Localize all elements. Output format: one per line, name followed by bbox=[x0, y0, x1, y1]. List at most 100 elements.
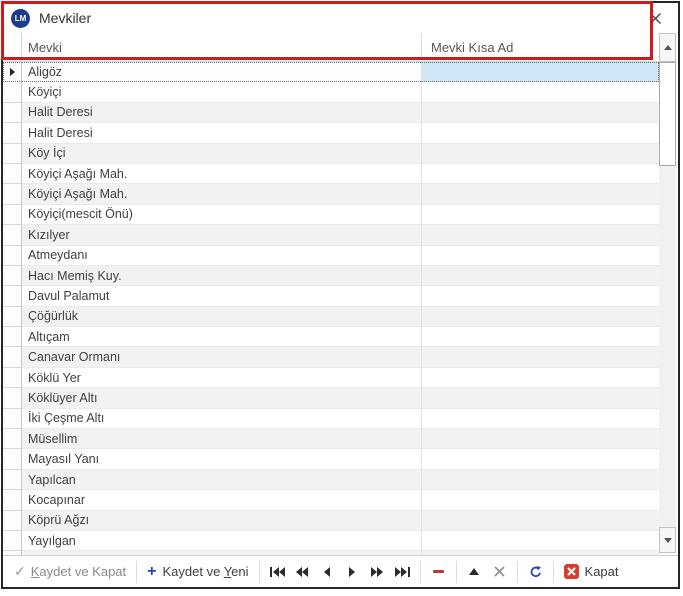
nav-prior-page-button[interactable] bbox=[290, 561, 315, 583]
cell-kisa-ad[interactable] bbox=[421, 511, 659, 531]
cell-kisa-ad[interactable] bbox=[421, 409, 659, 429]
cell-kisa-ad[interactable] bbox=[421, 470, 659, 490]
cell-mevki[interactable]: İki Çeşme Altı bbox=[22, 409, 421, 429]
table-row[interactable]: Kocapınar bbox=[3, 490, 659, 510]
cell-kisa-ad[interactable] bbox=[421, 449, 659, 469]
table-row[interactable]: Aligöz bbox=[3, 62, 659, 82]
row-indicator-cell[interactable] bbox=[3, 286, 22, 306]
column-header-mevki-kisa-ad[interactable]: Mevki Kısa Ad bbox=[421, 33, 659, 61]
row-indicator-cell[interactable] bbox=[3, 409, 22, 429]
nav-next-page-button[interactable] bbox=[365, 561, 390, 583]
cell-kisa-ad[interactable] bbox=[421, 266, 659, 286]
nav-first-button[interactable] bbox=[265, 561, 290, 583]
row-indicator-cell[interactable] bbox=[3, 511, 22, 531]
table-row[interactable]: Köklü Yer bbox=[3, 368, 659, 388]
table-row[interactable]: Müsellim bbox=[3, 429, 659, 449]
row-indicator-cell[interactable] bbox=[3, 103, 22, 123]
close-button[interactable] bbox=[648, 11, 662, 25]
row-indicator-cell[interactable] bbox=[3, 347, 22, 367]
row-indicator-cell[interactable] bbox=[3, 307, 22, 327]
table-row[interactable]: Köyiçi bbox=[3, 82, 659, 102]
cell-mevki[interactable]: Kızılyer bbox=[22, 225, 421, 245]
cell-mevki[interactable]: Kocapınar bbox=[22, 490, 421, 510]
table-row[interactable]: Köprü Ağzı bbox=[3, 511, 659, 531]
row-indicator-cell[interactable] bbox=[3, 327, 22, 347]
cell-mevki[interactable]: Yayılgan bbox=[22, 531, 421, 551]
cell-mevki[interactable]: Çöğürlük bbox=[22, 307, 421, 327]
row-indicator-cell[interactable] bbox=[3, 388, 22, 408]
cell-kisa-ad[interactable] bbox=[421, 347, 659, 367]
scroll-down-button[interactable] bbox=[659, 527, 676, 553]
table-row[interactable]: Köyiçi(mescit Önü) bbox=[3, 205, 659, 225]
row-indicator-cell[interactable] bbox=[3, 531, 22, 551]
title-bar[interactable]: LM Mevkiler bbox=[3, 3, 678, 33]
cell-mevki[interactable]: Aligöz bbox=[22, 62, 421, 82]
row-indicator-cell[interactable] bbox=[3, 429, 22, 449]
table-row[interactable]: Halit Deresi bbox=[3, 123, 659, 143]
cell-kisa-ad[interactable] bbox=[421, 184, 659, 204]
cell-mevki[interactable]: Canavar Ormanı bbox=[22, 347, 421, 367]
row-indicator-cell[interactable] bbox=[3, 470, 22, 490]
cell-mevki[interactable]: Halit Deresi bbox=[22, 103, 421, 123]
cell-kisa-ad[interactable] bbox=[421, 388, 659, 408]
cell-kisa-ad[interactable] bbox=[421, 205, 659, 225]
table-row[interactable]: Yayılgan bbox=[3, 531, 659, 551]
cell-kisa-ad[interactable] bbox=[421, 144, 659, 164]
cell-kisa-ad[interactable] bbox=[421, 246, 659, 266]
row-indicator-cell[interactable] bbox=[3, 62, 22, 82]
save-and-close-button[interactable]: ✓ Kaydet ve Kapat bbox=[9, 560, 131, 583]
table-row[interactable]: Canavar Ormanı bbox=[3, 347, 659, 367]
kapat-button[interactable]: Kapat bbox=[559, 561, 624, 582]
row-indicator-cell[interactable] bbox=[3, 184, 22, 204]
cell-mevki[interactable]: Müsellim bbox=[22, 429, 421, 449]
table-row[interactable]: Köyiçi Aşağı Mah. bbox=[3, 184, 659, 204]
table-row[interactable]: Hacı Memiş Kuy. bbox=[3, 266, 659, 286]
cell-mevki[interactable]: Köyiçi bbox=[22, 82, 421, 102]
cell-kisa-ad[interactable] bbox=[421, 327, 659, 347]
cell-kisa-ad[interactable] bbox=[421, 531, 659, 551]
scrollbar-track[interactable] bbox=[659, 62, 676, 527]
refresh-button[interactable] bbox=[523, 561, 548, 583]
table-row[interactable]: Çöğürlük bbox=[3, 307, 659, 327]
cell-kisa-ad[interactable] bbox=[421, 307, 659, 327]
table-row[interactable]: Davul Palamut bbox=[3, 286, 659, 306]
vertical-scrollbar[interactable] bbox=[659, 33, 676, 555]
cell-mevki[interactable]: Davul Palamut bbox=[22, 286, 421, 306]
delete-record-button[interactable] bbox=[426, 561, 451, 583]
scrollbar-thumb[interactable] bbox=[659, 62, 676, 166]
cell-kisa-ad[interactable] bbox=[421, 103, 659, 123]
table-row[interactable]: Altıçam bbox=[3, 327, 659, 347]
nav-last-button[interactable] bbox=[390, 561, 415, 583]
cell-kisa-ad[interactable] bbox=[421, 82, 659, 102]
cell-kisa-ad[interactable] bbox=[421, 286, 659, 306]
table-row[interactable]: İki Çeşme Altı bbox=[3, 409, 659, 429]
cell-mevki[interactable]: Köyiçi Aşağı Mah. bbox=[22, 184, 421, 204]
table-row[interactable]: Köyiçi Aşağı Mah. bbox=[3, 164, 659, 184]
table-row[interactable]: Köy İçi bbox=[3, 144, 659, 164]
row-indicator-cell[interactable] bbox=[3, 205, 22, 225]
row-indicator-cell[interactable] bbox=[3, 164, 22, 184]
save-and-new-button[interactable]: + Kaydet ve Yeni bbox=[142, 561, 253, 583]
cell-mevki[interactable]: Halit Deresi bbox=[22, 123, 421, 143]
scroll-up-button[interactable] bbox=[659, 33, 676, 62]
table-row[interactable]: Mayasıl Yanı bbox=[3, 449, 659, 469]
cell-mevki[interactable]: Köyiçi Aşağı Mah. bbox=[22, 164, 421, 184]
row-indicator-cell[interactable] bbox=[3, 266, 22, 286]
table-row[interactable]: Köklüyer Altı bbox=[3, 388, 659, 408]
cell-kisa-ad[interactable] bbox=[421, 490, 659, 510]
cell-mevki[interactable]: Köklü Yer bbox=[22, 368, 421, 388]
cell-kisa-ad[interactable] bbox=[421, 429, 659, 449]
cell-mevki[interactable]: Köyiçi(mescit Önü) bbox=[22, 205, 421, 225]
cell-kisa-ad[interactable] bbox=[421, 225, 659, 245]
cell-kisa-ad[interactable] bbox=[421, 62, 659, 82]
cell-mevki[interactable]: Köy İçi bbox=[22, 144, 421, 164]
edit-record-button[interactable] bbox=[462, 561, 487, 583]
row-indicator-cell[interactable] bbox=[3, 490, 22, 510]
row-indicator-cell[interactable] bbox=[3, 144, 22, 164]
row-indicator-cell[interactable] bbox=[3, 368, 22, 388]
cell-mevki[interactable]: Altıçam bbox=[22, 327, 421, 347]
table-row[interactable]: Halit Deresi bbox=[3, 103, 659, 123]
cell-mevki[interactable]: Yapılcan bbox=[22, 470, 421, 490]
nav-prior-button[interactable] bbox=[315, 561, 340, 583]
cancel-edit-button[interactable] bbox=[487, 561, 512, 583]
